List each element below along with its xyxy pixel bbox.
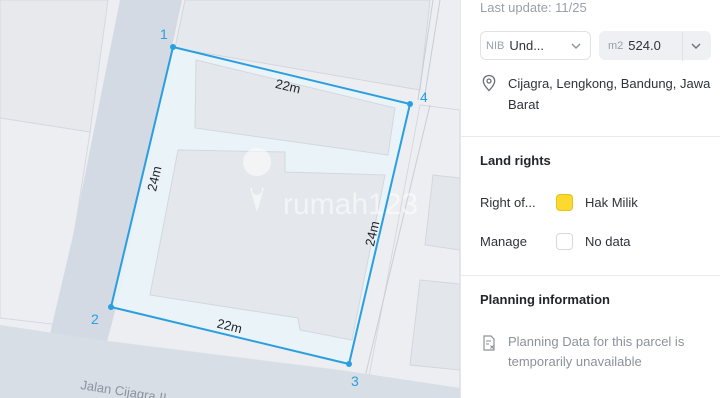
chevron-down-icon [571, 43, 581, 49]
map-view[interactable]: rumah123 1 4 3 2 22m 24m 22m 24m Jalan C… [0, 0, 460, 398]
divider [461, 136, 720, 137]
vertex-label-3: 3 [351, 373, 359, 389]
address-text: Cijagra, Lengkong, Bandung, Jawa Barat [508, 76, 711, 112]
vertex-label-2: 2 [91, 311, 99, 327]
no-data-swatch [556, 233, 573, 250]
left-building-block [0, 0, 109, 133]
vertex-handle-4[interactable] [407, 101, 413, 107]
vertex-handle-3[interactable] [346, 361, 352, 367]
map-canvas[interactable]: rumah123 1 4 3 2 22m 24m 22m 24m Jalan C… [0, 0, 460, 398]
area-unit: m2 [608, 39, 624, 52]
nib-select[interactable]: NIB Und... [480, 31, 591, 60]
manage-label: Manage [480, 234, 527, 249]
address: Cijagra, Lengkong, Bandung, Jawa Barat [480, 73, 715, 115]
land-rights-title: Land rights [480, 153, 551, 168]
select-divider [682, 32, 683, 61]
area-value: 524.0 [628, 38, 661, 53]
last-update: Last update: 11/25 [480, 0, 587, 15]
divider [461, 275, 720, 276]
manage-value: No data [585, 234, 631, 249]
manage-row: Manage No data [480, 233, 631, 250]
document-unavailable-icon [483, 335, 495, 351]
hak-milik-swatch [556, 194, 573, 211]
right-of-row: Right of... Hak Milik [480, 194, 638, 211]
planning-message-text: Planning Data for this parcel is tempora… [508, 334, 685, 369]
area-select[interactable]: m2 524.0 [599, 31, 711, 61]
vertex-handle-2[interactable] [108, 304, 114, 310]
planning-info-title: Planning information [480, 292, 610, 307]
location-pin-icon [482, 74, 496, 92]
nib-prefix: NIB [486, 39, 505, 52]
watermark-text: rumah123 [283, 188, 418, 221]
vertex-label-1: 1 [160, 26, 168, 42]
chevron-down-icon [691, 43, 701, 49]
right-of-label: Right of... [480, 195, 536, 210]
planning-message: Planning Data for this parcel is tempora… [480, 332, 715, 372]
nib-value: Und... [509, 38, 545, 53]
vertex-label-4: 4 [420, 89, 428, 105]
vertex-handle-1[interactable] [170, 44, 176, 50]
right-of-value: Hak Milik [585, 195, 638, 210]
parcel-info-panel: Last update: 11/25 NIB Und... m2 524.0 C… [460, 0, 720, 398]
